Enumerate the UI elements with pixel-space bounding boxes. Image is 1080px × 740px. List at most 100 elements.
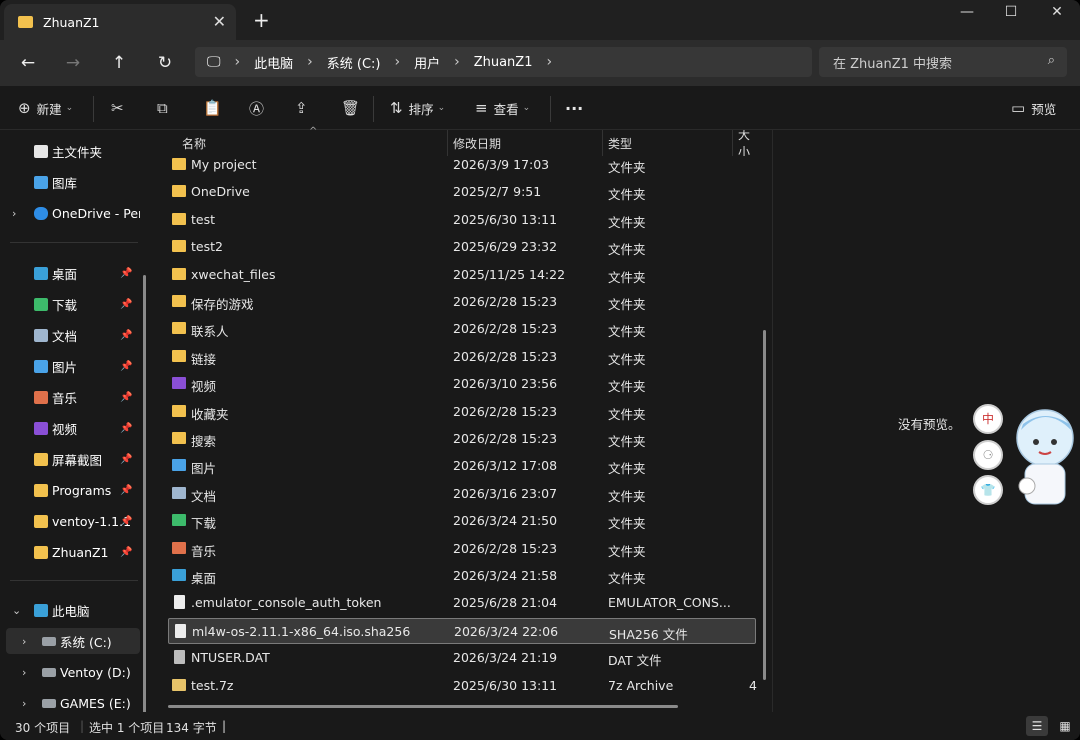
refresh-button[interactable]: ↻ bbox=[150, 50, 180, 76]
file-type: 文件夹 bbox=[608, 488, 646, 504]
preview-pane-button[interactable]: ▭ 预览 bbox=[1011, 96, 1056, 120]
chevron-down-icon[interactable]: ⌄ bbox=[12, 604, 21, 617]
file-row[interactable]: 下载 2026/3/24 21:50 文件夹 bbox=[168, 508, 756, 534]
sidebar-item-c-drive[interactable]: › 系统 (C:) bbox=[6, 628, 140, 654]
pin-icon[interactable]: 📌 bbox=[120, 454, 132, 465]
file-row[interactable]: 文档 2026/3/16 23:07 文件夹 bbox=[168, 481, 756, 507]
ime-chinese-icon[interactable]: 中 bbox=[973, 404, 1003, 434]
copy-button[interactable]: ⧉ bbox=[157, 96, 174, 120]
file-row[interactable]: 桌面 2026/3/24 21:58 文件夹 bbox=[168, 563, 756, 589]
sidebar-item-gallery[interactable]: 图库 bbox=[0, 169, 140, 195]
minimize-button[interactable]: — bbox=[944, 4, 990, 26]
forward-button[interactable]: → bbox=[58, 50, 88, 76]
file-row[interactable]: 图片 2026/3/12 17:08 文件夹 bbox=[168, 453, 756, 479]
details-view-button[interactable]: ☰ bbox=[1026, 716, 1048, 736]
pin-icon[interactable]: 📌 bbox=[120, 485, 132, 496]
sidebar-item-pinned[interactable]: 下载 📌 bbox=[0, 291, 140, 317]
back-button[interactable]: ← bbox=[13, 50, 43, 76]
pictures-icon bbox=[172, 459, 186, 472]
view-button[interactable]: ≡ 查看 ⌄ bbox=[475, 96, 530, 120]
chevron-right-icon[interactable]: › bbox=[546, 54, 552, 70]
horizontal-scrollbar[interactable] bbox=[168, 705, 678, 708]
chevron-right-icon[interactable]: › bbox=[394, 54, 400, 70]
file-list-scrollbar[interactable] bbox=[763, 330, 766, 680]
chevron-right-icon[interactable]: › bbox=[235, 54, 241, 70]
breadcrumb-users[interactable]: 用户 bbox=[414, 53, 440, 72]
search-input[interactable]: 在 ZhuanZ1 中搜索 ⌕ bbox=[819, 47, 1067, 77]
sidebar-item-pinned[interactable]: 视频 📌 bbox=[0, 415, 140, 441]
pin-icon[interactable]: 📌 bbox=[120, 547, 132, 558]
pin-icon[interactable]: 📌 bbox=[120, 423, 132, 434]
file-row[interactable]: .emulator_console_auth_token 2025/6/28 21… bbox=[168, 590, 756, 616]
file-row[interactable]: ml4w-os-2.11.1-x86_64.iso.sha256 2026/3/2… bbox=[168, 617, 756, 644]
sidebar-item-d-drive[interactable]: › Ventoy (D:) bbox=[0, 659, 140, 685]
chevron-right-icon[interactable]: › bbox=[12, 207, 16, 220]
file-row[interactable]: NTUSER.DAT 2026/3/24 21:19 DAT 文件 bbox=[168, 645, 756, 671]
sidebar-item-label: ZhuanZ1 bbox=[52, 544, 109, 560]
share-button[interactable]: ⇪ bbox=[295, 96, 314, 120]
breadcrumb-c-drive[interactable]: 系统 (C:) bbox=[327, 53, 381, 72]
file-row[interactable]: xwechat_files 2025/11/25 14:22 文件夹 bbox=[168, 262, 756, 288]
pin-icon[interactable]: 📌 bbox=[120, 268, 132, 279]
delete-button[interactable]: 🗑 bbox=[341, 96, 366, 120]
chevron-right-icon[interactable]: › bbox=[454, 54, 460, 70]
tiles-view-button[interactable]: ▦ bbox=[1055, 716, 1075, 736]
tab-zhuanz1[interactable]: ZhuanZ1 ✕ bbox=[4, 4, 236, 40]
sidebar-item-pinned[interactable]: ZhuanZ1 📌 bbox=[0, 539, 140, 565]
sidebar-item-pinned[interactable]: 图片 📌 bbox=[0, 353, 140, 379]
sidebar-item-pinned[interactable]: 桌面 📌 bbox=[0, 260, 140, 286]
navigation-bar: ← → ↑ ↻ 🖵 › 此电脑 › 系统 (C:) › 用户 › ZhuanZ1… bbox=[0, 40, 1080, 86]
file-row[interactable]: 视频 2026/3/10 23:56 文件夹 bbox=[168, 371, 756, 397]
breadcrumb-zhuanz1[interactable]: ZhuanZ1 bbox=[474, 55, 533, 70]
new-button[interactable]: ⊕ 新建 ⌄ bbox=[18, 96, 73, 120]
breadcrumb-this-pc[interactable]: 此电脑 bbox=[254, 53, 293, 72]
sidebar-item-onedrive[interactable]: › OneDrive - Per bbox=[0, 200, 140, 226]
chevron-right-icon[interactable]: › bbox=[22, 635, 26, 648]
file-row[interactable]: test 2025/6/30 13:11 文件夹 bbox=[168, 207, 756, 233]
more-options-button[interactable]: ··· bbox=[565, 96, 583, 120]
file-name: 文档 bbox=[191, 488, 217, 504]
sidebar-item-pinned[interactable]: 屏幕截图 📌 bbox=[0, 446, 140, 472]
pin-icon[interactable]: 📌 bbox=[120, 392, 132, 403]
pin-icon[interactable]: 📌 bbox=[120, 516, 132, 527]
sidebar-item-pinned[interactable]: Programs 📌 bbox=[0, 477, 140, 503]
sidebar-scrollbar[interactable] bbox=[143, 275, 146, 730]
rename-button[interactable]: Ⓐ bbox=[249, 96, 270, 120]
new-tab-button[interactable]: + bbox=[253, 8, 270, 32]
sidebar-item-pinned[interactable]: 文档 📌 bbox=[0, 322, 140, 348]
cut-button[interactable]: ✂ bbox=[111, 96, 130, 120]
paste-button[interactable]: 📋 bbox=[203, 96, 228, 120]
sidebar-item-home[interactable]: 主文件夹 bbox=[0, 138, 140, 164]
file-type: DAT 文件 bbox=[608, 653, 662, 669]
close-window-button[interactable]: ✕ bbox=[1034, 4, 1080, 26]
file-row[interactable]: My project 2026/3/9 17:03 文件夹 bbox=[168, 152, 756, 178]
chevron-right-icon[interactable]: › bbox=[22, 666, 26, 679]
file-row[interactable]: test2 2025/6/29 23:32 文件夹 bbox=[168, 234, 756, 260]
search-placeholder: 在 ZhuanZ1 中搜索 bbox=[833, 56, 953, 72]
file-row[interactable]: 联系人 2026/2/28 15:23 文件夹 bbox=[168, 316, 756, 342]
address-bar[interactable]: 🖵 › 此电脑 › 系统 (C:) › 用户 › ZhuanZ1 › bbox=[195, 47, 812, 77]
ime-skin-icon[interactable]: 👕 bbox=[973, 475, 1003, 505]
computer-icon[interactable]: 🖵 bbox=[207, 54, 221, 70]
close-tab-icon[interactable]: ✕ bbox=[213, 12, 226, 31]
file-date: 2025/11/25 14:22 bbox=[453, 266, 566, 282]
sort-button[interactable]: ⇅ 排序 ⌄ bbox=[390, 96, 445, 120]
sidebar-item-this-pc[interactable]: ⌄ 此电脑 bbox=[0, 597, 140, 623]
file-row[interactable]: 链接 2026/2/28 15:23 文件夹 bbox=[168, 344, 756, 370]
chevron-right-icon[interactable]: › bbox=[22, 697, 26, 710]
ime-emoji-icon[interactable]: ⚆ bbox=[973, 440, 1003, 470]
pin-icon[interactable]: 📌 bbox=[120, 330, 132, 341]
file-row[interactable]: 收藏夹 2026/2/28 15:23 文件夹 bbox=[168, 399, 756, 425]
pin-icon[interactable]: 📌 bbox=[120, 361, 132, 372]
sidebar-item-pinned[interactable]: 音乐 📌 bbox=[0, 384, 140, 410]
maximize-button[interactable]: ☐ bbox=[988, 4, 1034, 26]
file-row[interactable]: OneDrive 2025/2/7 9:51 文件夹 bbox=[168, 179, 756, 205]
up-button[interactable]: ↑ bbox=[104, 50, 134, 76]
file-row[interactable]: test.7z 2025/6/30 13:11 7z Archive 4 bbox=[168, 673, 757, 699]
file-row[interactable]: 音乐 2026/2/28 15:23 文件夹 bbox=[168, 536, 756, 562]
chevron-right-icon[interactable]: › bbox=[307, 54, 313, 70]
file-row[interactable]: 搜索 2026/2/28 15:23 文件夹 bbox=[168, 426, 756, 452]
pin-icon[interactable]: 📌 bbox=[120, 299, 132, 310]
file-row[interactable]: 保存的游戏 2026/2/28 15:23 文件夹 bbox=[168, 289, 756, 315]
sidebar-item-pinned[interactable]: ventoy-1.1.1 📌 bbox=[0, 508, 140, 534]
